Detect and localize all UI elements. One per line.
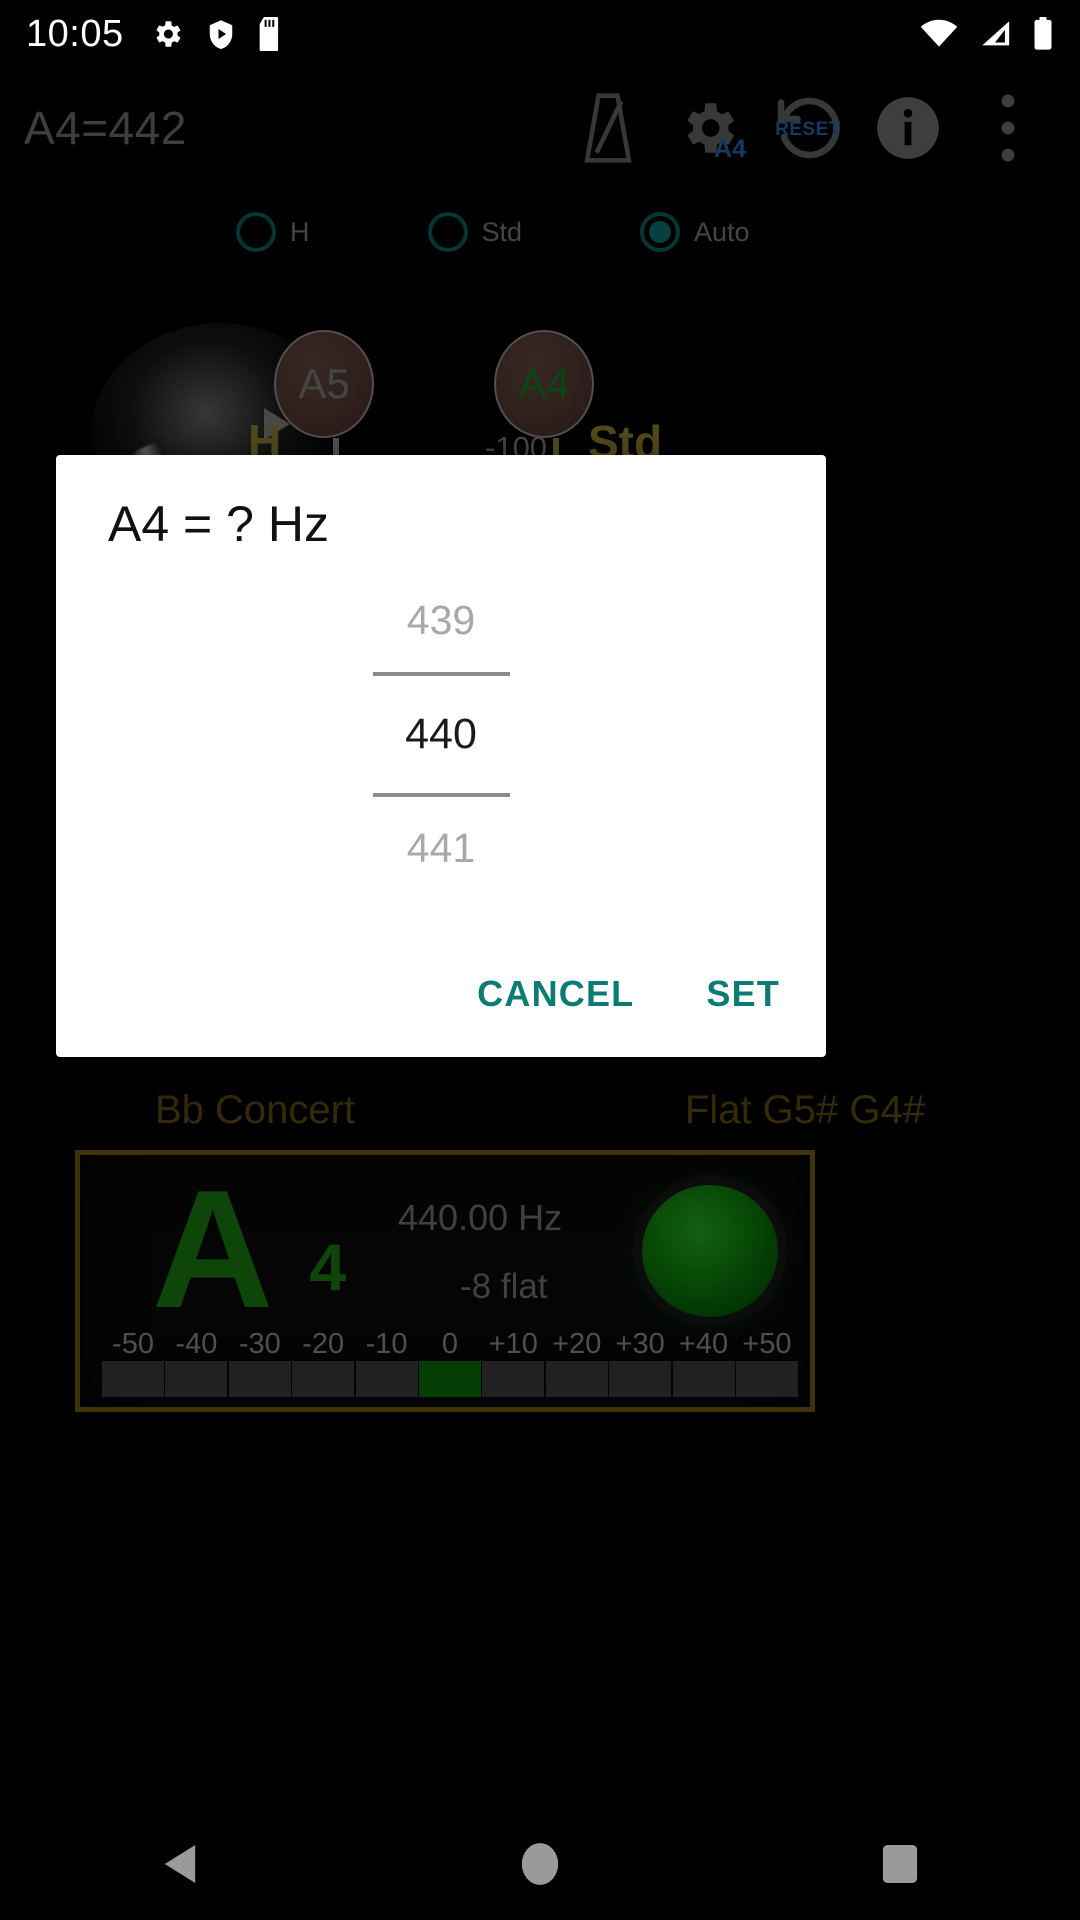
set-button[interactable]: SET <box>696 959 790 1029</box>
picker-next-value[interactable]: 441 <box>56 797 826 892</box>
dialog-actions: CANCEL SET <box>467 959 790 1029</box>
home-button[interactable] <box>480 1808 600 1920</box>
back-button[interactable] <box>120 1808 240 1920</box>
status-bar: 10:05 <box>0 0 1080 68</box>
cancel-button[interactable]: CANCEL <box>467 959 644 1029</box>
status-left-icons <box>150 17 284 51</box>
phone-screen: 10:05 A4 = ? Hz 439 440 441 CANCEL SET <box>0 0 1080 1920</box>
recents-button[interactable] <box>840 1808 960 1920</box>
play-protect-icon <box>209 20 232 49</box>
android-nav-bar <box>0 1808 1080 1920</box>
battery-icon <box>1034 17 1052 50</box>
a4-frequency-dialog: A4 = ? Hz 439 440 441 CANCEL SET <box>56 455 826 1057</box>
cellular-signal-icon <box>982 21 1010 46</box>
sd-card-icon <box>259 17 278 51</box>
dialog-title: A4 = ? Hz <box>108 496 329 552</box>
frequency-number-picker[interactable]: 439 440 441 <box>56 577 826 892</box>
picker-selected-value[interactable]: 440 <box>56 676 826 793</box>
status-time: 10:05 <box>26 12 124 55</box>
wifi-icon <box>920 19 958 47</box>
status-right-icons <box>920 17 1054 51</box>
gear-icon <box>155 21 181 47</box>
picker-previous-value[interactable]: 439 <box>56 577 826 672</box>
